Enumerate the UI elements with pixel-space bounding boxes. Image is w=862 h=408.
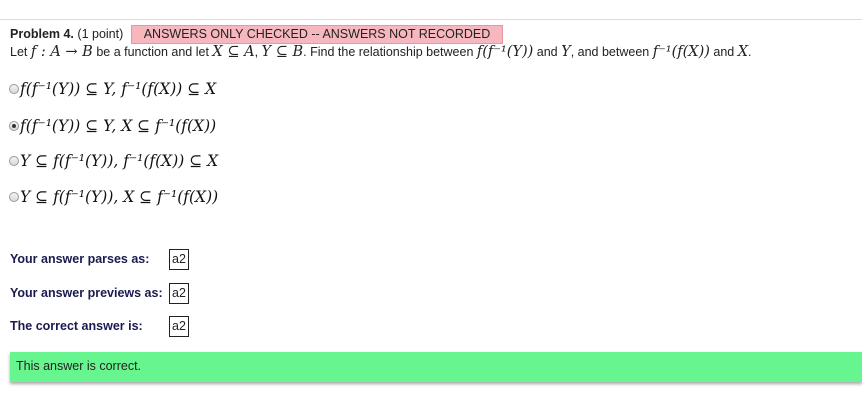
question-fragment: , and between [570,45,650,59]
option-2[interactable]: f(f⁻¹(Y)) ⊆ Y, X ⊆ f⁻¹(f(X)) [9,115,216,137]
math-expr-preimage-image: f⁻¹(f(X)) [652,44,710,60]
question-fragment: and [536,45,558,59]
option-label: f(f⁻¹(Y)) ⊆ Y, f⁻¹(f(X)) ⊆ X [20,80,217,98]
question-fragment: . Find the relationship between [303,45,474,59]
math-expr-image-preimage: f(f⁻¹(Y)) [476,44,534,60]
radio-button[interactable] [9,84,19,94]
math-function: f : A → B [30,44,93,60]
correct-answer-label: The correct answer is: [10,319,143,333]
option-4[interactable]: Y ⊆ f(f⁻¹(Y)), X ⊆ f⁻¹(f(X)) [9,186,218,208]
radio-button[interactable] [9,156,19,166]
problem-label: Problem 4. [10,27,74,41]
correct-answer-value: a2 [169,316,189,337]
radio-button[interactable] [9,192,19,202]
option-3[interactable]: Y ⊆ f(f⁻¹(Y)), f⁻¹(f(X)) ⊆ X [9,150,218,172]
math-x: X [737,44,749,60]
option-label: f(f⁻¹(Y)) ⊆ Y, X ⊆ f⁻¹(f(X)) [20,117,217,135]
radio-button-selected[interactable] [9,121,19,131]
question-fragment: Let [10,45,28,59]
previews-as-value: a2 [169,283,189,304]
problem-points: (1 point) [77,27,124,41]
question-fragment: be a function and let [96,45,209,59]
question-text: Let f : A → B be a function and let X ⊆ … [10,44,752,60]
parses-as-label: Your answer parses as: [10,252,150,266]
math-y-subset: Y ⊆ B [261,44,304,60]
top-divider [0,19,862,20]
problem-header: Problem 4. (1 point) [10,27,123,41]
option-1[interactable]: f(f⁻¹(Y)) ⊆ Y, f⁻¹(f(X)) ⊆ X [9,78,216,100]
answers-not-recorded-notice: ANSWERS ONLY CHECKED -- ANSWERS NOT RECO… [131,25,503,44]
question-fragment: . [748,45,752,59]
question-fragment: , [254,45,259,59]
result-message: This answer is correct. [10,352,862,382]
math-y: Y [561,44,571,60]
option-label: Y ⊆ f(f⁻¹(Y)), f⁻¹(f(X)) ⊆ X [20,152,219,170]
option-label: Y ⊆ f(f⁻¹(Y)), X ⊆ f⁻¹(f(X)) [20,188,219,206]
math-x-subset: X ⊆ A [212,44,255,60]
question-fragment: and [713,45,735,59]
previews-as-label: Your answer previews as: [10,286,163,300]
parses-as-value: a2 [169,249,189,270]
